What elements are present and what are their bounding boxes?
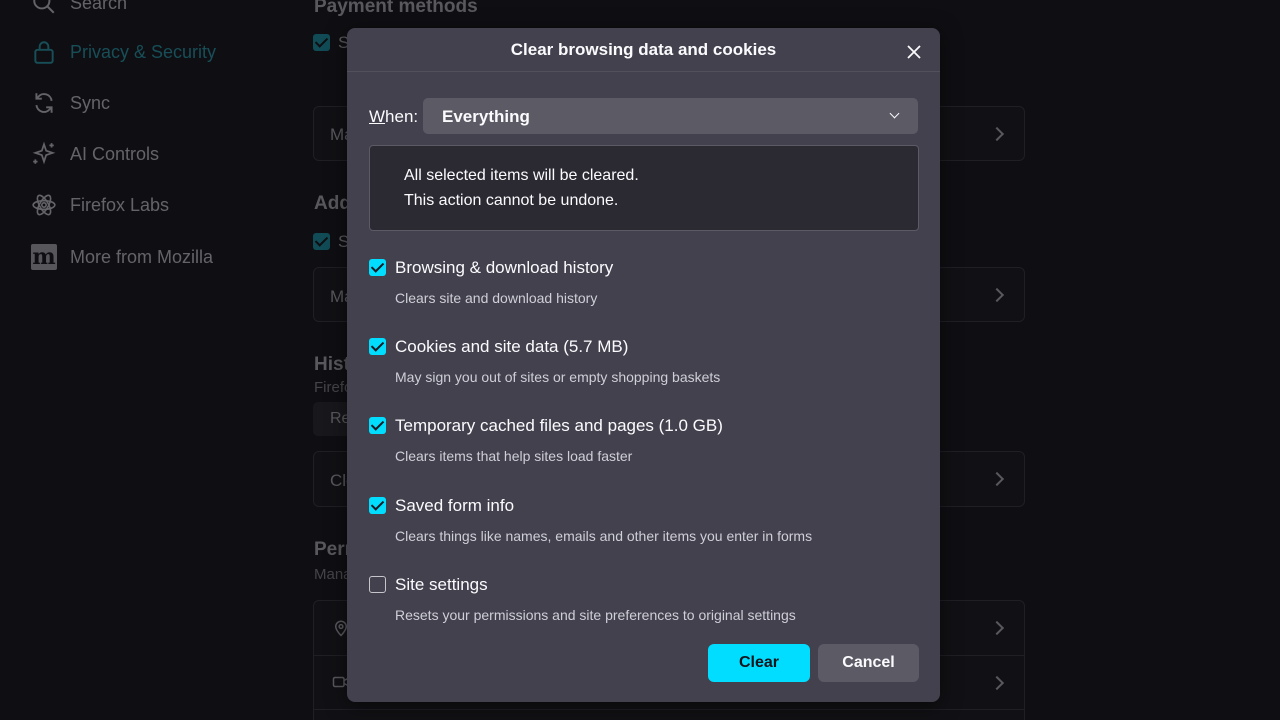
when-label: When: bbox=[369, 107, 419, 126]
checkbox-cookies[interactable] bbox=[369, 338, 386, 355]
close-button[interactable] bbox=[902, 40, 926, 64]
time-range-select[interactable]: Everything bbox=[423, 98, 918, 134]
option-description: Clears site and download history bbox=[395, 290, 598, 306]
chevron-down-icon bbox=[889, 108, 900, 119]
option-label[interactable]: Site settings bbox=[395, 575, 488, 595]
dialog-divider bbox=[347, 71, 940, 72]
checkbox-site-settings[interactable] bbox=[369, 576, 386, 593]
warning-box: All selected items will be cleared. This… bbox=[369, 145, 919, 231]
checkbox-history[interactable] bbox=[369, 259, 386, 276]
dialog-title: Clear browsing data and cookies bbox=[510, 40, 777, 59]
clear-data-dialog: Clear browsing data and cookies When: Ev… bbox=[347, 28, 940, 702]
option-description: Clears things like names, emails and oth… bbox=[395, 528, 813, 544]
checkbox-cache[interactable] bbox=[369, 417, 386, 434]
option-description: May sign you out of sites or empty shopp… bbox=[395, 369, 721, 385]
close-icon bbox=[907, 45, 921, 59]
warning-line-1: All selected items will be cleared. bbox=[404, 167, 639, 184]
option-description: Resets your permissions and site prefere… bbox=[395, 607, 796, 623]
option-description: Clears items that help sites load faster bbox=[395, 448, 633, 464]
cancel-button[interactable]: Cancel bbox=[818, 644, 919, 682]
time-range-value: Everything bbox=[442, 107, 530, 126]
warning-line-2: This action cannot be undone. bbox=[404, 192, 619, 209]
option-label[interactable]: Cookies and site data (5.7 MB) bbox=[395, 337, 628, 357]
checkbox-form-info[interactable] bbox=[369, 497, 386, 514]
option-label[interactable]: Browsing & download history bbox=[395, 258, 613, 278]
option-label[interactable]: Saved form info bbox=[395, 496, 514, 516]
clear-button[interactable]: Clear bbox=[708, 644, 810, 682]
option-label[interactable]: Temporary cached files and pages (1.0 GB… bbox=[395, 416, 723, 436]
